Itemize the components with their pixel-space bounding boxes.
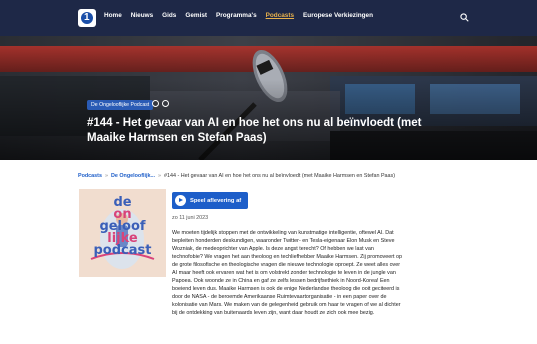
breadcrumb-podcasts[interactable]: Podcasts [78,173,102,179]
podcast-badge[interactable]: De Ongelooflijke Podcast [87,100,154,110]
nav-item-gemist[interactable]: Gemist [185,12,207,19]
cover-line: podcast [93,243,152,258]
episode-date: zo 11 juni 2023 [172,215,209,221]
play-icon [175,195,186,206]
breadcrumb-current: #144 - Het gevaar van AI en hoe het ons … [164,173,396,179]
nav-item-europese-verkiezingen[interactable]: Europese Verkiezingen [303,12,373,19]
share-icon[interactable] [152,100,159,107]
npo-logo-icon[interactable] [78,9,96,27]
cover-title: de on geloof lijke podcast [79,196,166,258]
breadcrumb: Podcasts» De Ongelooflijk...» #144 - Het g… [78,173,395,179]
breadcrumb-separator: » [158,173,161,179]
breadcrumb-separator: » [104,173,108,179]
nav-item-nieuws[interactable]: Nieuws [131,12,153,19]
play-episode-button[interactable]: Speel aflevering af [172,192,249,209]
breadcrumb-program[interactable]: De Ongelooflijk... [111,173,155,179]
search-icon[interactable] [460,13,469,22]
podcast-icon[interactable] [162,100,169,107]
nav-item-programmas[interactable]: Programma's [216,12,257,19]
nav-item-gids[interactable]: Gids [162,12,176,19]
episode-title: #144 - Het gevaar van AI en hoe het ons … [87,117,422,144]
play-episode-label: Speel aflevering af [190,197,242,204]
podcast-cover-art: de on geloof lijke podcast [79,189,166,277]
nav-item-podcasts[interactable]: Podcasts [266,12,294,19]
top-navigation: Home Nieuws Gids Gemist Programma's Podc… [0,0,537,36]
hero-actions [152,100,169,107]
nav-item-home[interactable]: Home [104,12,122,19]
nav-links: Home Nieuws Gids Gemist Programma's Podc… [104,12,373,19]
hero-banner: De Ongelooflijke Podcast #144 - Het geva… [0,36,537,160]
episode-description: We moeten tijdelijk stoppen met de ontwi… [172,230,403,317]
